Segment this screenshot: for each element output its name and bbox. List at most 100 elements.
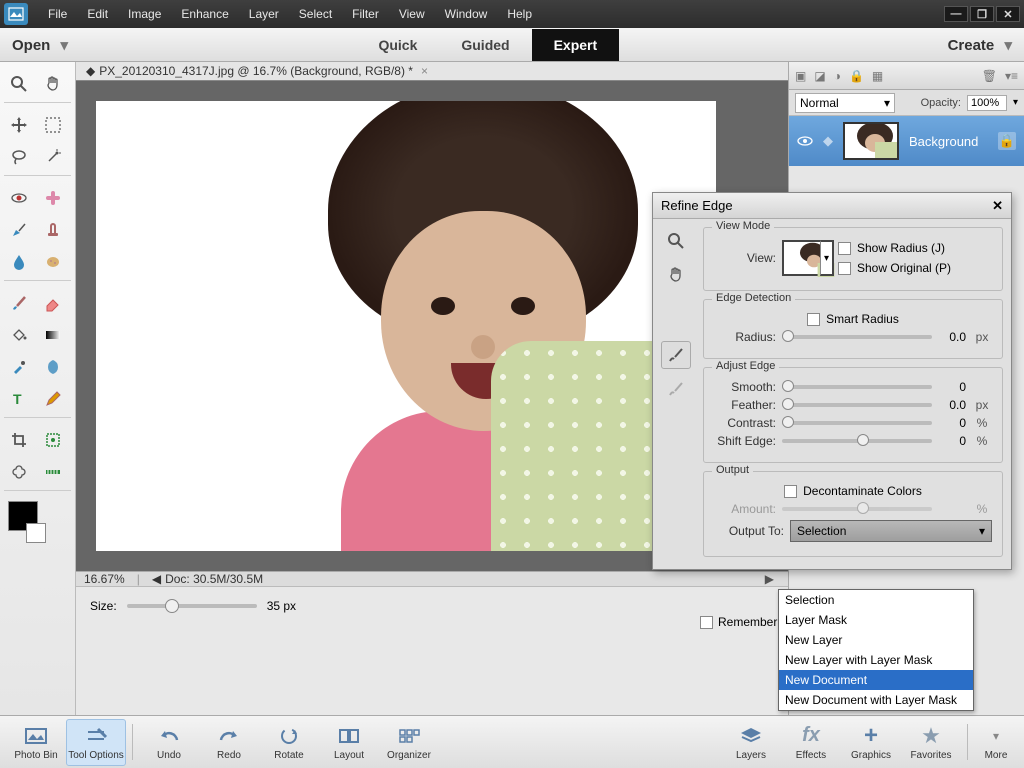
contrast-slider[interactable] [782,421,932,425]
photo-bin-button[interactable]: Photo Bin [6,720,66,765]
menu-window[interactable]: Window [435,3,498,25]
radius-slider[interactable] [782,335,932,339]
custom-shape-tool[interactable] [38,353,68,381]
fx-icon[interactable]: ◆ [823,133,833,149]
dd-item-new-document[interactable]: New Document [779,670,973,690]
crop-tool[interactable] [4,426,34,454]
brush-tool[interactable] [4,289,34,317]
zoom-tool[interactable] [4,70,34,98]
remember-checkbox[interactable] [700,616,713,629]
visibility-icon[interactable] [797,133,813,149]
amount-slider[interactable] [782,507,932,511]
lock-icon[interactable]: 🔒 [849,69,864,83]
blur-tool[interactable] [4,248,34,276]
refine-radius-tool[interactable] [661,341,691,369]
open-menu[interactable]: Open ▾ [12,36,68,54]
decontaminate-checkbox[interactable] [784,485,797,498]
output-to-select[interactable]: Selection▾ [790,520,992,542]
organizer-button[interactable]: Organizer [379,720,439,765]
more-button[interactable]: ▾More [974,720,1018,765]
pencil-tool[interactable] [38,385,68,413]
erase-refinements-tool[interactable] [661,375,691,403]
chevron-down-icon[interactable]: ▾ [1013,97,1018,108]
color-swatches[interactable] [4,501,71,549]
sponge-tool[interactable] [38,248,68,276]
hand-tool[interactable] [38,70,68,98]
close-icon[interactable]: ✕ [992,198,1003,214]
dlg-zoom-tool[interactable] [661,227,691,255]
clone-stamp-tool[interactable] [38,216,68,244]
trash-icon[interactable]: 🗑 [982,69,997,83]
menu-enhance[interactable]: Enhance [171,3,238,25]
close-tab-icon[interactable]: × [421,64,428,78]
dialog-titlebar[interactable]: Refine Edge ✕ [653,193,1011,219]
effects-button[interactable]: fxEffects [781,720,841,765]
show-original-checkbox[interactable] [838,262,851,275]
show-radius-checkbox[interactable] [838,242,851,255]
redeye-tool[interactable] [4,184,34,212]
panel-menu-icon[interactable]: ▾≡ [1005,69,1018,83]
eyedropper-tool[interactable] [4,353,34,381]
view-mode-picker[interactable]: ▾ [782,240,822,276]
close-button[interactable]: ✕ [996,6,1020,22]
chevron-right-icon[interactable]: ▶ [765,572,774,586]
new-layer-icon[interactable]: ▣ [795,69,806,83]
tool-options-button[interactable]: Tool Options [66,719,126,766]
feather-slider[interactable] [782,403,932,407]
marquee-tool[interactable] [38,111,68,139]
layers-button[interactable]: Layers [721,720,781,765]
chevron-left-icon[interactable]: ◀ [152,572,161,586]
gradient-tool[interactable] [38,321,68,349]
menu-view[interactable]: View [389,3,435,25]
new-group-icon[interactable]: ◪ [814,69,825,83]
size-slider[interactable] [127,604,257,608]
menu-filter[interactable]: Filter [342,3,389,25]
maximize-button[interactable]: ❐ [970,6,994,22]
layer-item-background[interactable]: ◆ Background 🔒 [789,116,1024,166]
opacity-input[interactable]: 100% [967,95,1007,111]
document-tab[interactable]: ◆ PX_20120310_4317J.jpg @ 16.7% (Backgro… [76,62,788,81]
type-tool[interactable]: T [4,385,34,413]
lasso-tool[interactable] [4,143,34,171]
cookie-cutter-tool[interactable] [4,458,34,486]
favorites-button[interactable]: ★Favorites [901,720,961,765]
lock-icon[interactable]: 🔒 [998,132,1016,150]
dlg-hand-tool[interactable] [661,261,691,289]
straighten-tool[interactable] [38,458,68,486]
tab-expert[interactable]: Expert [532,29,620,61]
menu-image[interactable]: Image [118,3,171,25]
magic-wand-tool[interactable] [38,143,68,171]
shift-slider[interactable] [782,439,932,443]
zoom-readout[interactable]: 16.67% [84,572,125,586]
create-menu[interactable]: Create ▾ [948,36,1012,54]
background-swatch[interactable] [26,523,46,543]
dd-item-new-document-mask[interactable]: New Document with Layer Mask [779,690,973,710]
link-icon[interactable]: ▦ [872,69,883,83]
tab-guided[interactable]: Guided [439,29,531,61]
layout-button[interactable]: Layout [319,720,379,765]
dd-item-layer-mask[interactable]: Layer Mask [779,610,973,630]
adjustment-icon[interactable]: ◑ [834,69,841,83]
layer-thumb[interactable] [843,122,899,160]
minimize-button[interactable]: — [944,6,968,22]
menu-layer[interactable]: Layer [239,3,289,25]
menu-help[interactable]: Help [497,3,542,25]
recompose-tool[interactable] [38,426,68,454]
dd-item-new-layer[interactable]: New Layer [779,630,973,650]
graphics-button[interactable]: +Graphics [841,720,901,765]
smooth-slider[interactable] [782,385,932,389]
blend-mode-select[interactable]: Normal▾ [795,93,895,113]
menu-select[interactable]: Select [289,3,342,25]
eraser-tool[interactable] [38,289,68,317]
tab-quick[interactable]: Quick [356,29,439,61]
dd-item-new-layer-mask[interactable]: New Layer with Layer Mask [779,650,973,670]
undo-button[interactable]: Undo [139,720,199,765]
menu-file[interactable]: File [38,3,77,25]
spot-heal-tool[interactable] [38,184,68,212]
move-tool[interactable] [4,111,34,139]
redo-button[interactable]: Redo [199,720,259,765]
dd-item-selection[interactable]: Selection [779,590,973,610]
rotate-button[interactable]: Rotate [259,720,319,765]
smart-brush-tool[interactable] [4,216,34,244]
menu-edit[interactable]: Edit [77,3,118,25]
